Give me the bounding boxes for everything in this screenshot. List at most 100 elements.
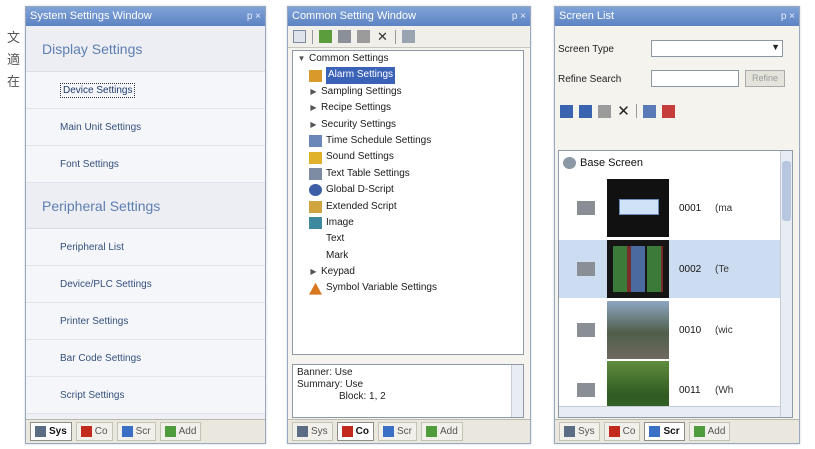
tab-co[interactable]: Co <box>336 422 375 441</box>
description-scrollbar[interactable] <box>511 365 523 417</box>
new-icon[interactable] <box>293 30 306 43</box>
panel-tabs: Sys Co Scr Add <box>288 419 530 443</box>
base-screen-header[interactable]: Base Screen <box>559 151 792 175</box>
image-icon <box>309 217 322 230</box>
tree-node-label: Sound Settings <box>326 151 394 163</box>
screen-list-titlebar[interactable]: Screen List p × <box>555 7 799 26</box>
paste-icon[interactable] <box>357 30 370 43</box>
item-main-unit-settings[interactable]: Main Unit Settings <box>26 109 265 146</box>
address-icon <box>693 426 705 437</box>
collapse-arrow-icon[interactable]: ▶ <box>309 100 318 116</box>
category-peripheral-settings[interactable]: Peripheral Settings <box>26 183 265 229</box>
common-setting-titlebar[interactable]: Common Setting Window p × <box>288 7 530 26</box>
refine-search-input[interactable] <box>651 70 739 87</box>
screen-row-0001[interactable]: 0001 (ma <box>559 179 780 237</box>
tree-node-label: Extended Script <box>326 200 397 212</box>
expand-arrow-icon[interactable]: ▼ <box>297 51 306 67</box>
tab-co[interactable]: Co <box>603 422 641 441</box>
tree-node[interactable]: ▶ Sampling Settings <box>293 84 523 100</box>
tree-node[interactable]: ▼ Common Settings <box>293 51 523 67</box>
common-icon <box>608 426 620 437</box>
tab-add[interactable]: Add <box>421 422 463 441</box>
delete-icon[interactable]: ✕ <box>617 104 630 119</box>
item-peripheral-list[interactable]: Peripheral List <box>26 229 265 266</box>
pin-close-controls[interactable]: p × <box>781 7 795 26</box>
tree-node[interactable]: Symbol Variable Settings <box>293 280 523 296</box>
screen-thumbnail <box>607 179 669 237</box>
category-display-settings[interactable]: Display Settings <box>26 26 265 72</box>
screen-row-0002[interactable]: 0002 (Te <box>559 240 780 298</box>
copy-screen-icon[interactable] <box>579 104 592 118</box>
item-device-plc-settings[interactable]: Device/PLC Settings <box>26 266 265 303</box>
text-table-icon <box>309 167 322 180</box>
refine-button[interactable]: Refine <box>745 70 785 87</box>
item-script-settings[interactable]: Script Settings <box>26 377 265 414</box>
screen-list-scrollbar[interactable] <box>780 151 792 417</box>
open-screen-icon[interactable] <box>560 104 573 118</box>
scrollbar-thumb[interactable] <box>782 161 791 221</box>
screen-number: 0011 <box>679 384 701 396</box>
edit-icon[interactable] <box>319 30 332 43</box>
tab-add[interactable]: Add <box>688 422 731 441</box>
tab-co[interactable]: Co <box>75 422 113 441</box>
panel-tabs: Sys Co Scr Add <box>555 419 799 443</box>
base-screen-icon <box>563 157 576 169</box>
tab-label: Add <box>707 426 726 437</box>
tab-scr[interactable]: Scr <box>116 422 156 441</box>
screen-row-0010[interactable]: 0010 (wic <box>559 301 780 359</box>
item-bar-code-settings[interactable]: Bar Code Settings <box>26 340 265 377</box>
tree-node[interactable]: Sound Settings <box>293 149 523 165</box>
tab-scr[interactable]: Scr <box>378 422 418 441</box>
item-device-settings[interactable]: Device Settings <box>26 72 265 109</box>
collapse-arrow-icon[interactable]: ▶ <box>309 264 318 280</box>
item-font-settings[interactable]: Font Settings <box>26 146 265 183</box>
tab-sys[interactable]: Sys <box>559 422 600 441</box>
screen-thumbnail <box>607 301 669 359</box>
properties-icon[interactable] <box>402 30 415 43</box>
screen-name: (wic <box>715 324 733 336</box>
thumbnail-view-icon[interactable] <box>662 104 675 118</box>
tree-node[interactable]: Global D-Script <box>293 182 523 198</box>
margin-text: 文 適 在 <box>0 28 20 94</box>
schedule-icon <box>309 135 322 148</box>
system-icon <box>35 426 46 437</box>
item-printer-settings[interactable]: Printer Settings <box>26 303 265 340</box>
tree-node[interactable]: ▶ Security Settings <box>293 117 523 133</box>
tab-label: Add <box>440 426 458 437</box>
copy-icon[interactable] <box>338 30 351 43</box>
chevron-down-icon: ▼ <box>771 42 780 52</box>
pin-close-controls[interactable]: p × <box>512 7 526 26</box>
script-icon <box>309 200 322 213</box>
delete-icon[interactable]: ✕ <box>376 30 389 43</box>
tab-label: Sys <box>578 426 595 437</box>
tree-node[interactable]: Text <box>293 231 523 247</box>
tab-sys[interactable]: Sys <box>30 422 72 441</box>
refine-search-label: Refine Search <box>558 73 622 85</box>
screen-list-hscrollbar[interactable] <box>559 406 780 417</box>
paste-screen-icon[interactable] <box>598 104 611 118</box>
tab-label: Sys <box>49 426 67 437</box>
tree-node-label: Recipe Settings <box>321 102 392 114</box>
screen-page-icon <box>577 201 595 215</box>
tree-node[interactable]: ▶ Keypad <box>293 264 523 280</box>
tab-scr[interactable]: Scr <box>644 422 685 441</box>
tree-node[interactable]: Alarm Settings <box>293 67 523 84</box>
tab-label: Scr <box>135 426 151 437</box>
tree-node-label: Common Settings <box>309 53 389 64</box>
tree-node[interactable]: Extended Script <box>293 199 523 215</box>
collapse-arrow-icon[interactable]: ▶ <box>309 117 318 133</box>
tree-node[interactable]: Time Schedule Settings <box>293 133 523 149</box>
tree-node[interactable]: ▶ Recipe Settings <box>293 100 523 116</box>
tab-sys[interactable]: Sys <box>292 422 333 441</box>
properties-icon[interactable] <box>643 104 656 118</box>
blank-icon <box>309 250 322 262</box>
system-settings-titlebar[interactable]: System Settings Window p × <box>26 7 265 26</box>
tree-node[interactable]: Image <box>293 215 523 231</box>
pin-close-controls[interactable]: p × <box>247 7 261 26</box>
collapse-arrow-icon[interactable]: ▶ <box>309 84 318 100</box>
tree-node[interactable]: Mark <box>293 248 523 264</box>
tab-add[interactable]: Add <box>159 422 202 441</box>
screen-number: 0001 <box>679 202 702 214</box>
screen-type-select[interactable]: ▼ <box>651 40 783 57</box>
tree-node[interactable]: Text Table Settings <box>293 166 523 182</box>
